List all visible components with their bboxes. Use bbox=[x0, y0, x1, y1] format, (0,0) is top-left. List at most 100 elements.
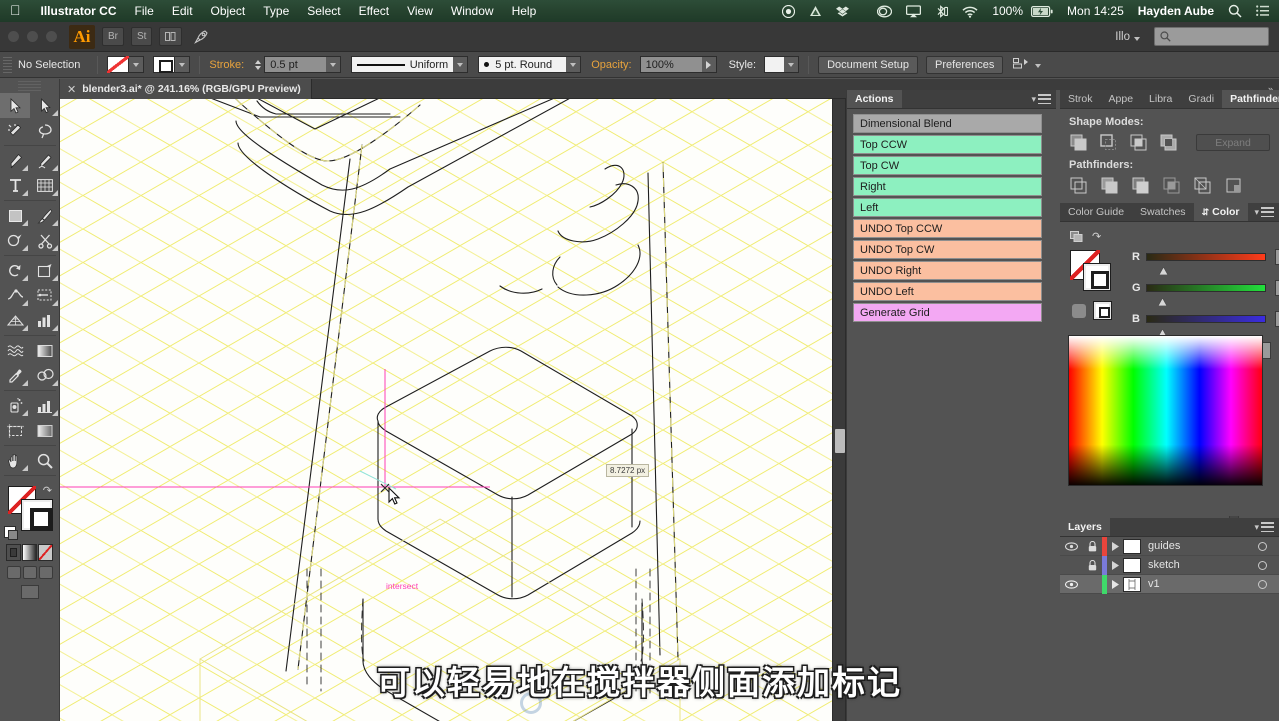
pen-tool[interactable] bbox=[0, 148, 30, 173]
document-setup-button[interactable]: Document Setup bbox=[818, 55, 919, 74]
exclude-icon[interactable] bbox=[1159, 133, 1178, 152]
menu-item-effect[interactable]: Effect bbox=[350, 4, 398, 18]
menu-item-help[interactable]: Help bbox=[503, 4, 546, 18]
none-mode-button[interactable] bbox=[38, 544, 53, 561]
dropbox-icon[interactable] bbox=[829, 5, 856, 18]
stroke-weight-control[interactable]: 0.5 pt bbox=[264, 56, 342, 73]
stroke-profile-control[interactable]: Uniform bbox=[351, 56, 469, 73]
red-slider[interactable] bbox=[1146, 253, 1266, 276]
bridge-button[interactable]: Br bbox=[102, 27, 124, 46]
swap-fill-stroke-icon[interactable]: ↷ bbox=[1092, 230, 1101, 243]
stroke-label[interactable]: Stroke: bbox=[209, 59, 244, 71]
stroke-swatch[interactable] bbox=[153, 56, 176, 73]
graphic-style-chevron-down-icon[interactable] bbox=[784, 56, 800, 73]
battery-percentage[interactable]: 100% bbox=[985, 4, 1030, 18]
chevron-right-icon[interactable] bbox=[1107, 541, 1123, 551]
screen-mode-button[interactable] bbox=[20, 585, 39, 599]
brush-definition-control[interactable]: 5 pt. Round bbox=[478, 56, 582, 73]
draw-normal-button[interactable] bbox=[6, 566, 21, 579]
column-graph-tool[interactable] bbox=[30, 393, 60, 418]
stroke-control[interactable] bbox=[153, 56, 191, 73]
tab-color-guide[interactable]: Color Guide bbox=[1060, 203, 1132, 221]
menu-item-view[interactable]: View bbox=[398, 4, 442, 18]
draw-behind-button[interactable] bbox=[22, 566, 37, 579]
stroke-color-swatch[interactable] bbox=[1084, 264, 1110, 290]
line-segment-tool[interactable] bbox=[30, 173, 60, 198]
blue-slider[interactable] bbox=[1146, 315, 1266, 338]
draw-inside-button[interactable] bbox=[38, 566, 53, 579]
action-item[interactable]: Left bbox=[853, 198, 1042, 217]
stroke-color-swatch[interactable] bbox=[22, 500, 52, 530]
table-row[interactable]: guides bbox=[1060, 536, 1279, 556]
direct-selection-tool[interactable] bbox=[30, 93, 60, 118]
blue-value[interactable]: 32 bbox=[1275, 311, 1279, 327]
align-chevron-down-icon[interactable] bbox=[1035, 59, 1042, 71]
preferences-button[interactable]: Preferences bbox=[926, 55, 1004, 74]
action-item[interactable]: Dimensional Blend bbox=[853, 114, 1042, 133]
divide-icon[interactable] bbox=[1069, 176, 1088, 195]
eyedropper-tool[interactable] bbox=[0, 363, 30, 388]
control-bar-grip[interactable] bbox=[3, 56, 12, 73]
brush-definition-value[interactable]: 5 pt. Round bbox=[478, 56, 567, 73]
action-item[interactable]: Top CCW bbox=[853, 135, 1042, 154]
default-fill-stroke-icon[interactable] bbox=[4, 526, 18, 540]
red-value[interactable]: 35 bbox=[1275, 249, 1279, 265]
tab-stroke[interactable]: Strok bbox=[1060, 90, 1101, 108]
menu-app-name[interactable]: Illustrator CC bbox=[32, 4, 126, 18]
curvature-tool[interactable] bbox=[30, 148, 60, 173]
layer-name[interactable]: sketch bbox=[1148, 559, 1245, 571]
green-value[interactable]: 31 bbox=[1275, 280, 1279, 296]
red-slider-thumb[interactable] bbox=[1158, 262, 1169, 276]
table-row[interactable]: v1 bbox=[1060, 574, 1279, 594]
bluetooth-icon[interactable] bbox=[928, 4, 955, 18]
airplay-icon[interactable] bbox=[899, 4, 928, 18]
swap-fill-stroke-icon[interactable]: ↷ bbox=[43, 484, 52, 497]
selection-tool[interactable] bbox=[0, 93, 30, 118]
free-transform-tool[interactable] bbox=[30, 258, 60, 283]
opacity-label[interactable]: Opacity: bbox=[591, 59, 631, 71]
action-item[interactable]: UNDO Left bbox=[853, 282, 1042, 301]
tab-color[interactable]: ⇵ Color bbox=[1193, 203, 1248, 221]
green-slider[interactable] bbox=[1146, 284, 1266, 307]
stroke-profile-value[interactable]: Uniform bbox=[351, 56, 454, 73]
perspective-grid-tool[interactable] bbox=[0, 308, 30, 333]
action-item[interactable]: UNDO Right bbox=[853, 261, 1042, 280]
fill-chevron-down-icon[interactable] bbox=[129, 56, 145, 73]
none-swatch[interactable] bbox=[1094, 302, 1111, 319]
stroke-weight-stepper[interactable] bbox=[252, 56, 263, 73]
color-spectrum[interactable] bbox=[1068, 335, 1263, 486]
menu-item-file[interactable]: File bbox=[126, 4, 163, 18]
rectangle-tool[interactable] bbox=[0, 203, 30, 228]
workspace-chevron-down-icon[interactable] bbox=[1134, 28, 1140, 46]
tab-libraries[interactable]: Libra bbox=[1141, 90, 1180, 108]
stroke-weight-value[interactable]: 0.5 pt bbox=[264, 56, 327, 73]
stroke-profile-chevron-down-icon[interactable] bbox=[453, 56, 469, 73]
menu-item-window[interactable]: Window bbox=[442, 4, 503, 18]
minimize-window-button[interactable] bbox=[27, 31, 38, 42]
tab-appearance[interactable]: Appe bbox=[1101, 90, 1142, 108]
menu-item-edit[interactable]: Edit bbox=[163, 4, 202, 18]
action-item[interactable]: Generate Grid bbox=[853, 303, 1042, 322]
target-indicator[interactable] bbox=[1245, 541, 1279, 551]
zoom-window-button[interactable] bbox=[46, 31, 57, 42]
panel-menu-icon[interactable]: ▾ bbox=[1031, 90, 1056, 108]
graphic-style-swatch[interactable] bbox=[764, 56, 785, 73]
document-tab[interactable]: ✕ blender3.ai* @ 241.16% (RGB/GPU Previe… bbox=[60, 79, 312, 99]
window-controls[interactable] bbox=[0, 31, 57, 42]
merge-icon[interactable] bbox=[1131, 176, 1150, 195]
menu-item-type[interactable]: Type bbox=[254, 4, 298, 18]
action-item[interactable]: Top CW bbox=[853, 156, 1042, 175]
menu-item-select[interactable]: Select bbox=[298, 4, 349, 18]
blue-slider-thumb[interactable] bbox=[1157, 324, 1168, 338]
menu-item-object[interactable]: Object bbox=[202, 4, 255, 18]
layer-name[interactable]: guides bbox=[1148, 540, 1245, 552]
mesh-tool[interactable] bbox=[0, 338, 30, 363]
width-tool[interactable] bbox=[0, 283, 30, 308]
close-icon[interactable]: ✕ bbox=[67, 83, 76, 96]
tab-gradient[interactable]: Gradi bbox=[1180, 90, 1222, 108]
tab-layers[interactable]: Layers bbox=[1060, 518, 1110, 536]
fill-stroke-dual-icon[interactable] bbox=[1070, 230, 1084, 242]
rocket-icon[interactable] bbox=[189, 27, 214, 46]
action-item[interactable]: UNDO Top CCW bbox=[853, 219, 1042, 238]
hand-tool[interactable] bbox=[0, 448, 30, 473]
